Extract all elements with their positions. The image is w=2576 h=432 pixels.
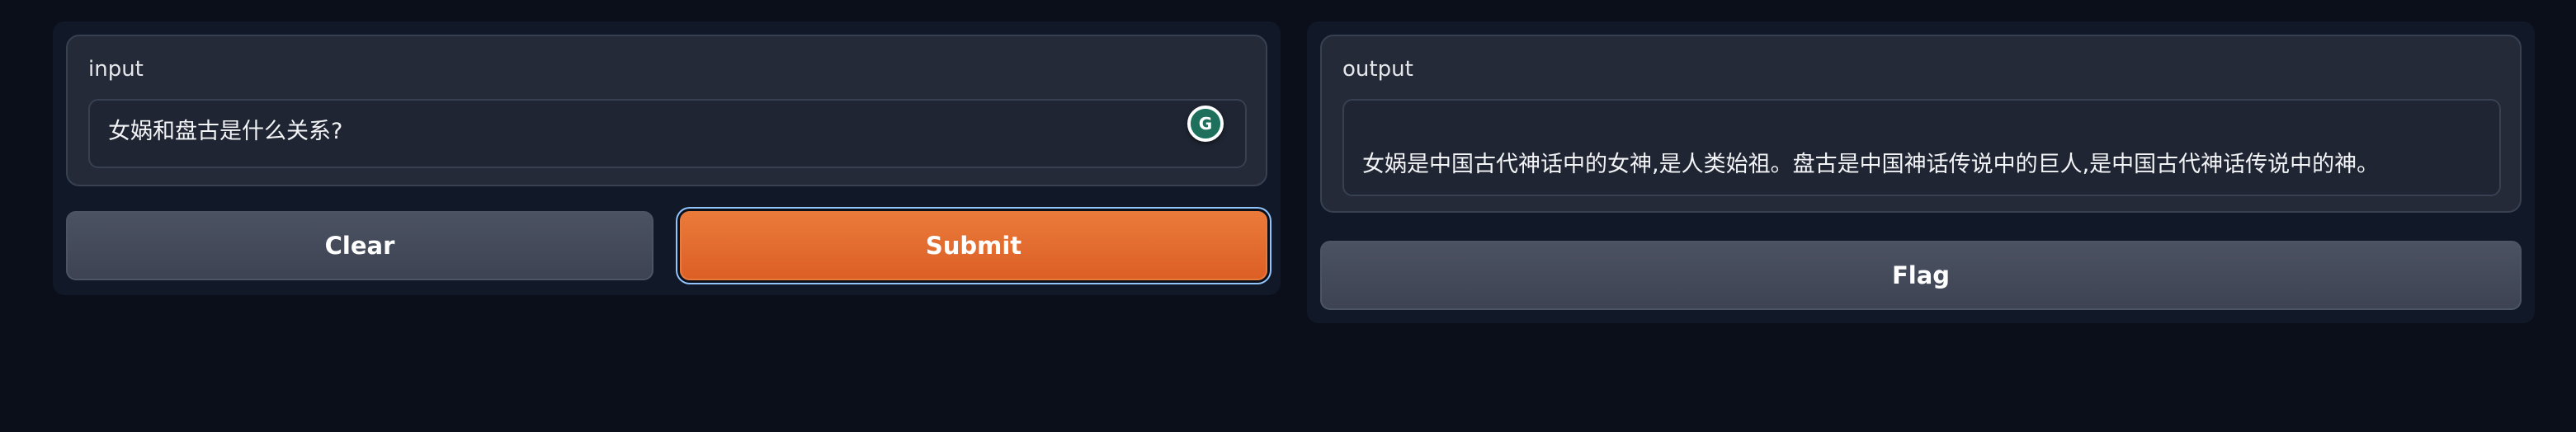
input-value[interactable]: 女娲和盘古是什么关系? (108, 117, 342, 147)
grammarly-icon[interactable]: G (1187, 106, 1224, 142)
clear-button[interactable]: Clear (66, 211, 653, 280)
submit-button[interactable]: Submit (680, 211, 1267, 280)
grammarly-icon-letter: G (1191, 109, 1220, 139)
flag-button[interactable]: Flag (1320, 241, 2522, 310)
input-label: input (88, 57, 144, 82)
input-panel: input 女娲和盘古是什么关系? G Clear Submit (53, 21, 1281, 295)
output-textbox[interactable]: 女娲是中国古代神话中的女神,是人类始祖。盘古是中国神话传说中的巨人,是中国古代神… (1342, 99, 2501, 196)
output-label: output (1342, 57, 1413, 82)
input-block: input 女娲和盘古是什么关系? G (66, 35, 1267, 186)
output-value: 女娲是中国古代神话中的女神,是人类始祖。盘古是中国神话传说中的巨人,是中国古代神… (1362, 152, 2380, 177)
output-panel: output 女娲是中国古代神话中的女神,是人类始祖。盘古是中国神话传说中的巨人… (1307, 21, 2535, 323)
input-textbox[interactable]: 女娲和盘古是什么关系? G (88, 99, 1247, 168)
output-block: output 女娲是中国古代神话中的女神,是人类始祖。盘古是中国神话传说中的巨人… (1320, 35, 2522, 213)
